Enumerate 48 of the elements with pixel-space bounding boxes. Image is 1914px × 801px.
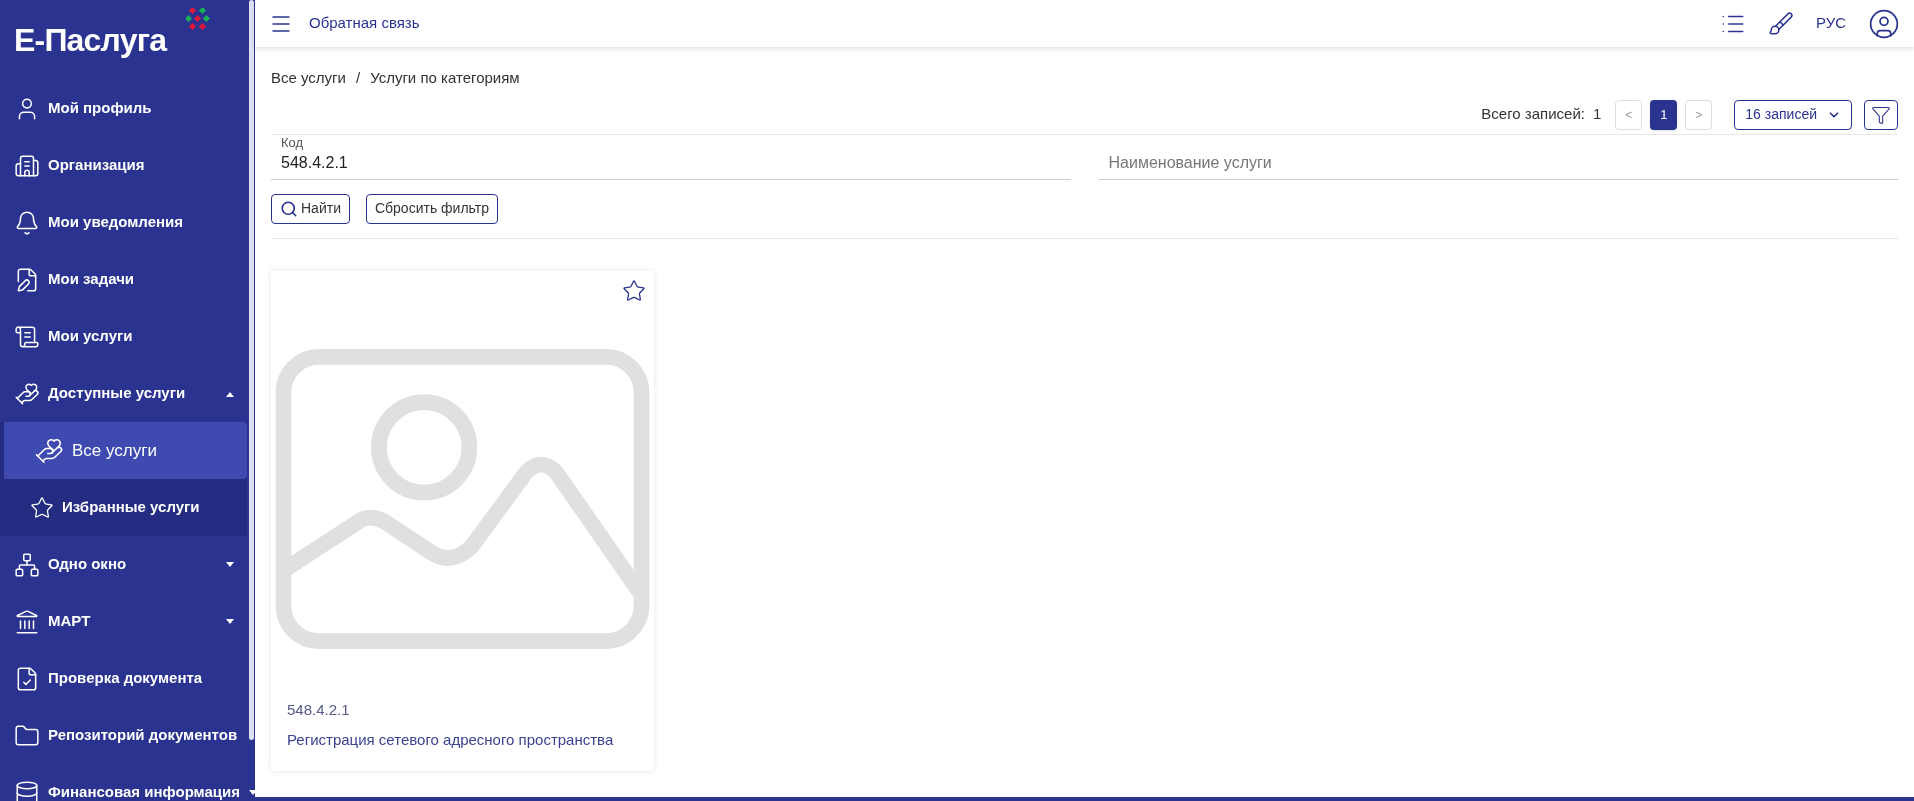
sidebar-subitem[interactable]: Все услуги: [4, 422, 247, 479]
service-card[interactable]: 548.4.2.1 Регистрация сетевого адресного пространства: [271, 270, 654, 771]
favorite-star-icon[interactable]: [622, 278, 646, 303]
breadcrumb-link[interactable]: Все услуги: [271, 67, 346, 90]
network-icon: [14, 551, 40, 578]
code-field[interactable]: 548.4.2.1: [281, 150, 1061, 175]
caret-icon: [225, 561, 235, 568]
user-avatar-icon[interactable]: [1868, 7, 1900, 40]
sidebar-item[interactable]: Мои задачи: [0, 251, 247, 308]
search-icon: [280, 199, 298, 218]
caret-icon: [225, 618, 235, 625]
page-button[interactable]: 1: [1650, 99, 1678, 130]
sidebar-item[interactable]: Проверка документа: [0, 650, 247, 707]
language-selector[interactable]: РУС: [1815, 12, 1846, 35]
service-title-link[interactable]: Регистрация сетевого адресного пространства: [287, 729, 654, 752]
sidebar-item[interactable]: Финансовая информация: [0, 764, 247, 801]
sidebar-item[interactable]: МАРТ: [0, 593, 247, 650]
brush-icon[interactable]: [1767, 10, 1794, 37]
logo-text: Е-Паслуга: [14, 21, 167, 60]
service-code: 548.4.2.1: [287, 699, 351, 720]
star-icon: [30, 495, 54, 520]
sidebar-item[interactable]: Мой профиль: [0, 80, 247, 137]
total-records-label: Всего записей:: [1481, 104, 1585, 125]
sidebar-item[interactable]: Мои услуги: [0, 308, 247, 365]
filter-button[interactable]: [1864, 99, 1898, 130]
database-icon: [14, 779, 40, 801]
sidebar-item[interactable]: Репозиторий документов: [0, 707, 247, 764]
sidebar-item[interactable]: Организация: [0, 137, 247, 194]
feedback-link[interactable]: Обратная связь: [309, 12, 420, 35]
sidebar-item[interactable]: Доступные услуги: [0, 365, 247, 422]
bell-icon: [14, 209, 40, 236]
breadcrumb-current: Услуги по категориям: [370, 68, 520, 88]
sidebar-item[interactable]: Одно окно: [0, 536, 247, 593]
columns-building-icon: [14, 608, 40, 635]
filter-icon: [1871, 104, 1891, 125]
caret-icon: [248, 789, 255, 796]
code-field-label: Код: [281, 134, 305, 151]
reset-filter-button[interactable]: Сбросить фильтр: [365, 193, 498, 224]
sidebar-subitem[interactable]: Избранные услуги: [0, 479, 247, 536]
breadcrumb-separator: /: [355, 68, 361, 88]
building-icon: [14, 152, 40, 179]
sidebar-item[interactable]: Мои уведомления: [0, 194, 247, 251]
total-records-count: 1: [1592, 104, 1602, 125]
find-button[interactable]: Найти: [271, 193, 350, 224]
caret-icon: [225, 390, 235, 397]
service-name-field[interactable]: Наименование услуги: [1108, 150, 1888, 175]
page-size-select[interactable]: 16 записей: [1734, 99, 1852, 130]
scrollbar[interactable]: [249, 0, 254, 740]
